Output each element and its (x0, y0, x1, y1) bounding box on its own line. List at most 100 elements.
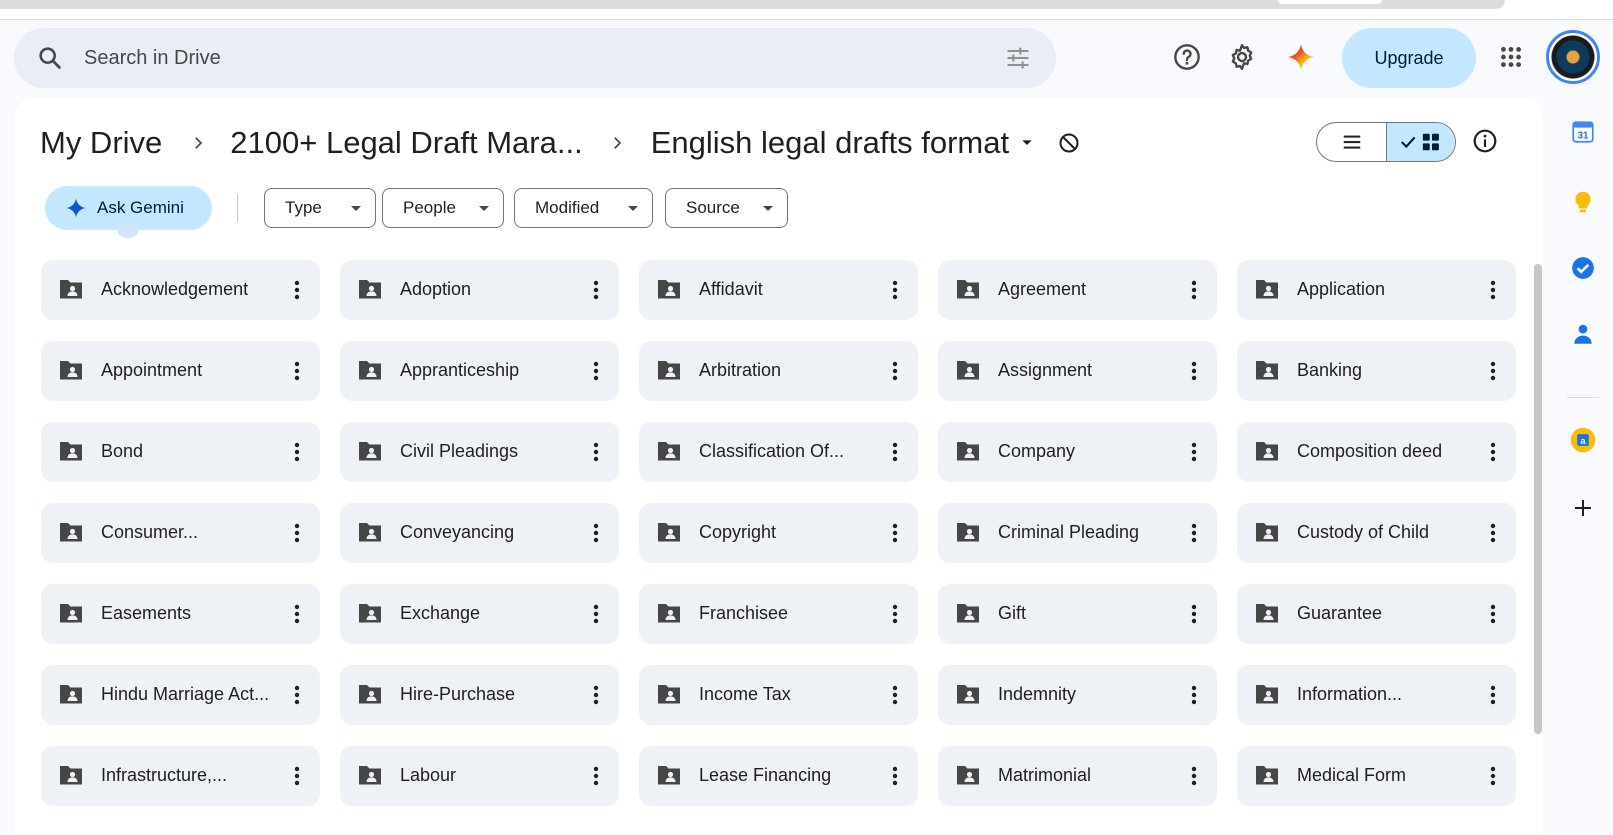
grid-view-button[interactable] (1386, 123, 1455, 161)
folder-item[interactable]: Hindu Marriage Act... (41, 665, 320, 725)
more-options-icon[interactable] (580, 436, 612, 468)
folder-item[interactable]: Infrastructure,... (41, 746, 320, 806)
more-options-icon[interactable] (1178, 517, 1210, 549)
folder-item[interactable]: Agreement (938, 260, 1217, 320)
folder-item[interactable]: Custody of Child (1237, 503, 1516, 563)
settings-icon[interactable] (1225, 40, 1259, 74)
folder-item[interactable]: Matrimonial (938, 746, 1217, 806)
folder-item[interactable]: Composition deed (1237, 422, 1516, 482)
more-options-icon[interactable] (1178, 355, 1210, 387)
filter-modified-chip[interactable]: Modified (514, 188, 653, 228)
folder-item[interactable]: Consumer... (41, 503, 320, 563)
more-options-icon[interactable] (281, 598, 313, 630)
filter-type-chip[interactable]: Type (264, 188, 376, 228)
folder-item[interactable]: Criminal Pleading (938, 503, 1217, 563)
tasks-app-icon[interactable] (1567, 252, 1599, 284)
more-options-icon[interactable] (281, 679, 313, 711)
folder-item[interactable]: Company (938, 422, 1217, 482)
more-options-icon[interactable] (580, 679, 612, 711)
breadcrumb-parent-folder[interactable]: 2100+ Legal Draft Mara... (230, 125, 582, 161)
breadcrumb-current-folder[interactable]: English legal drafts format (651, 125, 1009, 161)
folder-item[interactable]: Medical Form (1237, 746, 1516, 806)
folder-item[interactable]: Adoption (340, 260, 619, 320)
more-options-icon[interactable] (879, 517, 911, 549)
more-options-icon[interactable] (1477, 517, 1509, 549)
more-options-icon[interactable] (879, 679, 911, 711)
upgrade-button[interactable]: Upgrade (1342, 28, 1476, 88)
more-options-icon[interactable] (1477, 598, 1509, 630)
scrollbar-thumb[interactable] (1534, 264, 1542, 734)
folder-item[interactable]: Arbitration (639, 341, 918, 401)
keep-app-icon[interactable] (1567, 186, 1599, 218)
folder-item[interactable]: Classification Of... (639, 422, 918, 482)
more-options-icon[interactable] (879, 274, 911, 306)
folder-item[interactable]: Hire-Purchase (340, 665, 619, 725)
folder-item[interactable]: Exchange (340, 584, 619, 644)
more-options-icon[interactable] (281, 517, 313, 549)
more-options-icon[interactable] (879, 436, 911, 468)
folder-item[interactable]: Franchisee (639, 584, 918, 644)
more-options-icon[interactable] (580, 274, 612, 306)
more-options-icon[interactable] (1178, 436, 1210, 468)
folder-item[interactable]: Income Tax (639, 665, 918, 725)
more-options-icon[interactable] (281, 436, 313, 468)
more-options-icon[interactable] (1477, 355, 1509, 387)
more-options-icon[interactable] (879, 598, 911, 630)
search-input[interactable] (84, 40, 964, 76)
more-options-icon[interactable] (580, 760, 612, 792)
folder-item[interactable]: Conveyancing (340, 503, 619, 563)
folder-item[interactable]: Appranticeship (340, 341, 619, 401)
more-options-icon[interactable] (281, 760, 313, 792)
info-icon[interactable] (1470, 126, 1500, 156)
folder-item[interactable]: Gift (938, 584, 1217, 644)
more-options-icon[interactable] (1178, 760, 1210, 792)
more-options-icon[interactable] (1477, 436, 1509, 468)
folder-item[interactable]: Bond (41, 422, 320, 482)
more-options-icon[interactable] (580, 355, 612, 387)
more-options-icon[interactable] (281, 274, 313, 306)
calendar-app-icon[interactable]: 31 (1567, 116, 1599, 148)
apps-grid-icon[interactable] (1494, 40, 1528, 74)
search-bar[interactable] (14, 28, 1056, 88)
folder-item[interactable]: Lease Financing (639, 746, 918, 806)
more-options-icon[interactable] (1477, 274, 1509, 306)
more-options-icon[interactable] (1178, 679, 1210, 711)
folder-item[interactable]: Copyright (639, 503, 918, 563)
more-options-icon[interactable] (580, 598, 612, 630)
folder-menu-caret-icon[interactable] (1019, 135, 1035, 151)
folder-item[interactable]: Civil Pleadings (340, 422, 619, 482)
folder-item[interactable]: Indemnity (938, 665, 1217, 725)
add-app-icon[interactable] (1567, 492, 1599, 524)
more-options-icon[interactable] (1477, 679, 1509, 711)
search-options-icon[interactable] (1004, 44, 1032, 72)
folder-item[interactable]: Appointment (41, 341, 320, 401)
more-options-icon[interactable] (1477, 760, 1509, 792)
more-options-icon[interactable] (580, 517, 612, 549)
list-view-button[interactable] (1317, 123, 1386, 161)
more-options-icon[interactable] (1178, 274, 1210, 306)
folder-item[interactable]: Easements (41, 584, 320, 644)
more-options-icon[interactable] (1178, 598, 1210, 630)
help-icon[interactable] (1170, 40, 1204, 74)
addon-app-icon[interactable]: a (1567, 424, 1599, 456)
folder-item[interactable]: Labour (340, 746, 619, 806)
gemini-sparkle-icon[interactable] (1284, 40, 1318, 74)
folder-item[interactable]: Affidavit (639, 260, 918, 320)
ask-gemini-button[interactable]: Ask Gemini (45, 186, 212, 230)
search-icon[interactable] (36, 44, 64, 72)
more-options-icon[interactable] (281, 355, 313, 387)
folder-item[interactable]: Acknowledgement (41, 260, 320, 320)
more-options-icon[interactable] (879, 760, 911, 792)
folder-item[interactable]: Application (1237, 260, 1516, 320)
filter-people-chip[interactable]: People (382, 188, 504, 228)
scrollbar[interactable] (1533, 264, 1543, 734)
more-options-icon[interactable] (879, 355, 911, 387)
folder-item[interactable]: Information... (1237, 665, 1516, 725)
contacts-app-icon[interactable] (1567, 318, 1599, 350)
account-avatar[interactable] (1546, 30, 1600, 84)
filter-source-chip[interactable]: Source (665, 188, 788, 228)
folder-item[interactable]: Assignment (938, 341, 1217, 401)
folder-item[interactable]: Banking (1237, 341, 1516, 401)
breadcrumb-my-drive[interactable]: My Drive (40, 125, 162, 161)
folder-item[interactable]: Guarantee (1237, 584, 1516, 644)
